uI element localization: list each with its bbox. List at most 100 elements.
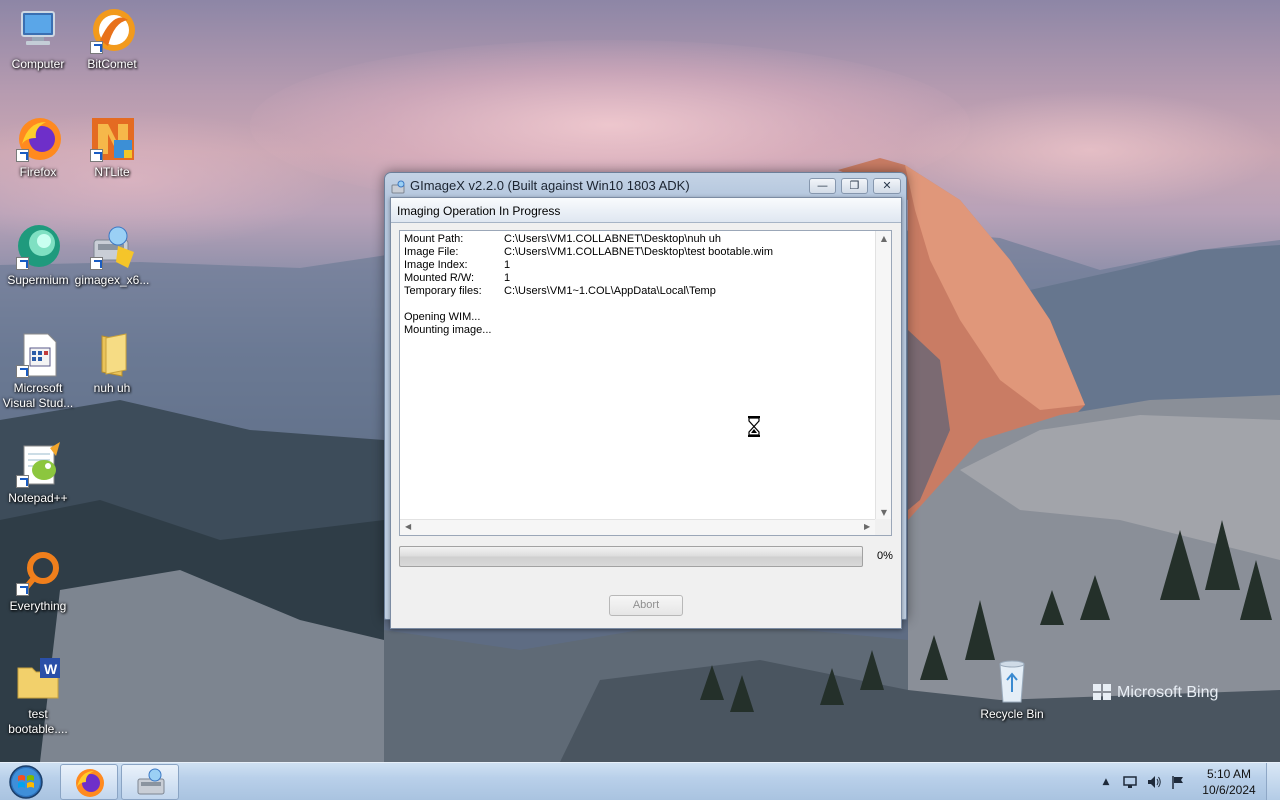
desktop-icon-everything[interactable]: Everything (0, 548, 76, 614)
action-center-flag-icon[interactable] (1170, 774, 1186, 790)
shortcut-arrow-icon (90, 257, 103, 270)
desktop-icon-label: Supermium (7, 273, 69, 287)
dialog-title: Imaging Operation In Progress (397, 204, 561, 218)
desktop-icon-recycle-bin[interactable]: Recycle Bin (974, 656, 1050, 722)
minimize-icon: — (817, 179, 828, 192)
abort-button[interactable]: Abort (609, 595, 683, 616)
scroll-up-arrow-icon[interactable]: ▲ (876, 234, 892, 243)
scroll-right-arrow-icon[interactable]: ▶ (864, 522, 870, 531)
bitcomet-icon (88, 6, 136, 54)
taskbar-gimagex-button[interactable] (121, 764, 179, 800)
firefox-icon (14, 114, 62, 162)
scroll-left-arrow-icon[interactable]: ◀ (405, 522, 411, 531)
desktop-icon-ntlite[interactable]: NTLite (74, 114, 150, 180)
maximize-button[interactable]: ❐ (841, 178, 868, 194)
detail-row: Image File: C:\Users\VM1.COLLABNET\Deskt… (404, 246, 773, 258)
desktop-icon-computer[interactable]: Computer (0, 6, 76, 72)
show-desktop-button[interactable] (1266, 763, 1280, 800)
notepad-plus-plus-icon (14, 440, 62, 488)
detail-row: Mounted R/W: 1 (404, 272, 510, 284)
desktop-icon-label: Firefox (19, 165, 57, 179)
clock-time[interactable]: 5:10 AM (1198, 767, 1260, 781)
desktop-icon-gimagex[interactable]: gimagex_x6... (74, 222, 150, 288)
restore-icon: ❐ (849, 179, 860, 192)
detail-row: Mount Path: C:\Users\VM1.COLLABNET\Deskt… (404, 233, 721, 245)
volume-icon[interactable] (1146, 774, 1162, 790)
detail-value: C:\Users\VM1.COLLABNET\Desktop\nuh uh (504, 233, 722, 245)
supermium-icon (14, 222, 62, 270)
vertical-scrollbar[interactable]: ▲ ▼ (875, 231, 891, 520)
detail-row: Image Index: 1 (404, 259, 510, 271)
close-button[interactable]: ✕ (873, 178, 901, 194)
log-line: Opening WIM... (404, 311, 481, 323)
desktop-icon-label: nuh uh (93, 381, 131, 395)
detail-key: Image File: (404, 246, 459, 258)
dialog-titlebar[interactable]: Imaging Operation In Progress (391, 198, 901, 223)
windows-start-orb-icon (9, 765, 43, 799)
svg-text:W: W (44, 661, 58, 677)
visual-studio-icon (14, 330, 62, 378)
gimagex-icon (88, 222, 136, 270)
desktop-icon-firefox[interactable]: Firefox (0, 114, 76, 180)
ntlite-icon (88, 114, 136, 162)
progress-percent: 0% (877, 550, 893, 562)
wim-file-icon: W (14, 656, 62, 704)
shortcut-arrow-icon (16, 365, 29, 378)
shortcut-arrow-icon (16, 149, 29, 162)
detail-key: Mounted R/W: (404, 272, 475, 284)
gimagex-icon (137, 768, 165, 795)
desktop-icon-label: test bootable.... (8, 707, 68, 736)
clock-date[interactable]: 10/6/2024 (1198, 783, 1260, 797)
firefox-icon (76, 769, 104, 797)
progress-bar (399, 546, 863, 567)
desktop-icon-bitcomet[interactable]: BitComet (74, 6, 150, 72)
desktop-icon-label: Microsoft Visual Stud... (2, 381, 74, 410)
desktop-icon-label: Everything (9, 599, 67, 613)
taskbar-firefox-button[interactable] (60, 764, 118, 800)
scroll-down-arrow-icon[interactable]: ▼ (876, 508, 892, 517)
detail-key: Temporary files: (404, 285, 482, 297)
detail-key: Mount Path: (404, 233, 464, 245)
shortcut-arrow-icon (90, 41, 103, 54)
show-hidden-icons-arrow-icon[interactable]: ▲ (1098, 774, 1114, 790)
hourglass-cursor-icon (747, 416, 761, 437)
shortcut-arrow-icon (90, 149, 103, 162)
detail-key: Image Index: (404, 259, 468, 271)
desktop-icon-notepad-plus-plus[interactable]: Notepad++ (0, 440, 76, 506)
desktop-icon-supermium[interactable]: Supermium (0, 222, 76, 288)
start-button[interactable] (5, 764, 47, 800)
everything-search-icon (14, 548, 62, 596)
desktop-icon-visual-studio[interactable]: Microsoft Visual Stud... (0, 330, 76, 411)
taskbar: ▲ 5:10 AM 10/6/2024 (0, 762, 1280, 800)
window-title: GImageX v2.2.0 (Built against Win10 1803… (410, 178, 690, 193)
desktop-icon-label: NTLite (94, 165, 130, 179)
log-line: Mounting image... (404, 324, 492, 336)
imaging-progress-dialog[interactable]: Imaging Operation In Progress Mount Path… (390, 197, 902, 629)
network-icon[interactable] (1122, 774, 1138, 790)
windows-logo-icon (1092, 682, 1112, 706)
shortcut-arrow-icon (16, 475, 29, 488)
detail-value: 1 (504, 259, 511, 271)
detail-value: C:\Users\VM1.COLLABNET\Desktop\test boot… (504, 246, 773, 258)
operation-log[interactable]: Mount Path: C:\Users\VM1.COLLABNET\Deskt… (399, 230, 892, 536)
window-titlebar[interactable]: GImageX v2.2.0 (Built against Win10 1803… (385, 173, 906, 199)
detail-row: Temporary files: C:\Users\VM1~1.COL\AppD… (404, 285, 716, 297)
shortcut-arrow-icon (16, 583, 29, 596)
desktop-icon-label: Notepad++ (8, 491, 68, 505)
desktop-icon-label: Recycle Bin (980, 707, 1044, 721)
desktop-icon-test-bootable[interactable]: W test bootable.... (0, 656, 76, 737)
desktop-icon-nuh-uh-folder[interactable]: nuh uh (74, 330, 150, 396)
recycle-bin-icon (988, 656, 1036, 704)
desktop-icon-label: BitComet (87, 57, 137, 71)
minimize-button[interactable]: — (809, 178, 836, 194)
scroll-corner (875, 519, 891, 535)
folder-icon (88, 330, 136, 378)
desktop-icon-label: Computer (11, 57, 65, 71)
bing-watermark-text: Microsoft Bing (1117, 684, 1219, 701)
desktop-icon-label: gimagex_x6... (74, 273, 150, 287)
detail-value: C:\Users\VM1~1.COL\AppData\Local\Temp (504, 285, 716, 297)
horizontal-scrollbar[interactable]: ◀ ▶ (400, 519, 876, 535)
close-icon: ✕ (882, 179, 892, 192)
detail-value: 1 (504, 272, 511, 284)
shortcut-arrow-icon (16, 257, 29, 270)
